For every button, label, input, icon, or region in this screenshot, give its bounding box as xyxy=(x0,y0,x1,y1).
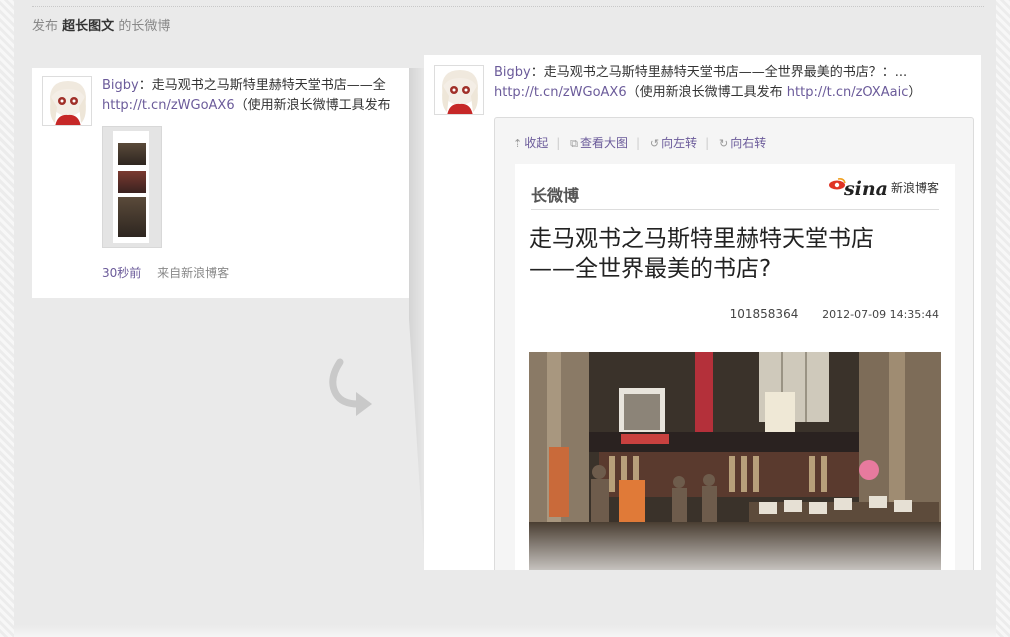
short-link[interactable]: http://t.cn/zWGoAX6 xyxy=(102,98,235,113)
thumbnail-photo xyxy=(118,143,146,165)
post-text: Bigby：走马观书之马斯特里赫特天堂书店——全 http://t.cn/zWG… xyxy=(102,76,400,116)
background-pattern-left xyxy=(0,0,14,637)
background-pattern-right xyxy=(996,0,1010,637)
post-source[interactable]: 来自新浪博客 xyxy=(157,266,229,280)
collapse-label: 收起 xyxy=(524,136,549,150)
collapsed-post-card: Bigby：走马观书之马斯特里赫特天堂书店——全 http://t.cn/zWG… xyxy=(32,68,409,298)
header-prefix: 发布 xyxy=(32,19,59,34)
post-time[interactable]: 30秒前 xyxy=(102,266,141,280)
short-link[interactable]: http://t.cn/zWGoAX6 xyxy=(494,85,627,100)
sina-logo-text: sina xyxy=(843,178,888,200)
rotate-right-button[interactable]: ↻ 向右转 xyxy=(719,134,766,151)
page-header: 发布 超长图文 的长微博 xyxy=(32,15,170,34)
view-large-label: 查看大图 xyxy=(579,136,628,150)
sina-blog-logo: sina 新浪博客 xyxy=(828,178,939,200)
avatar[interactable] xyxy=(42,76,92,126)
article-title: 走马观书之马斯特里赫特天堂书店 ——全世界最美的书店? xyxy=(529,224,949,284)
rotate-left-icon: ↺ xyxy=(649,137,660,150)
header-highlight: 超长图文 xyxy=(62,19,115,34)
short-link-2[interactable]: http://t.cn/zOXAaic xyxy=(787,85,909,100)
avatar-icon xyxy=(43,77,91,125)
article-title-line-1: 走马观书之马斯特里赫特天堂书店 xyxy=(529,226,874,252)
view-large-button[interactable]: ⧉ 查看大图 xyxy=(570,134,628,151)
media-toolbar: ⇡ 收起 | ⧉ 查看大图 | ↺ 向左转 | ↻ 向右转 xyxy=(513,134,772,151)
rotate-right-label: 向右转 xyxy=(730,136,767,150)
panel-bottom-edge xyxy=(14,625,996,637)
media-expand-box: ⇡ 收起 | ⧉ 查看大图 | ↺ 向左转 | ↻ 向右转 长微博 sina 新浪博客 走马观书… xyxy=(494,117,974,570)
thumbnail-photo xyxy=(118,197,146,237)
top-divider xyxy=(32,6,984,7)
post-mid-text: （使用新浪长微博工具发布 xyxy=(626,85,783,100)
avatar[interactable] xyxy=(434,65,484,115)
toolbar-separator: | xyxy=(705,136,710,150)
collapse-button[interactable]: ⇡ 收起 xyxy=(513,134,548,151)
arrow-up-icon: ⇡ xyxy=(513,137,523,150)
post-body: ：走马观书之马斯特里赫特天堂书店——全世界最美的书店？：... xyxy=(530,65,908,80)
post-body: ：走马观书之马斯特里赫特天堂书店——全 xyxy=(138,78,386,93)
long-weibo-label: 长微博 xyxy=(531,186,580,205)
author-link[interactable]: Bigby xyxy=(102,78,139,93)
thumbnail-page xyxy=(113,131,149,243)
article-datetime: 2012-07-09 14:35:44 xyxy=(822,308,939,321)
article-title-line-2: ——全世界最美的书店? xyxy=(529,256,772,282)
toolbar-separator: | xyxy=(635,136,641,150)
header-suffix: 的长微博 xyxy=(118,19,171,34)
article-meta: 101858364 2012-07-09 14:35:44 xyxy=(730,307,939,321)
post-link-suffix: （使用新浪长微博工具发布 xyxy=(234,98,391,113)
long-image[interactable]: 长微博 sina 新浪博客 走马观书之马斯特里赫特天堂书店 ——全世界最美的书店?… xyxy=(515,164,955,570)
rotate-right-icon: ↻ xyxy=(718,137,729,150)
curved-arrow-icon xyxy=(329,358,372,416)
rotate-left-label: 向左转 xyxy=(661,136,698,150)
post-end-text: ） xyxy=(908,85,922,100)
rotate-left-button[interactable]: ↺ 向左转 xyxy=(650,134,697,151)
long-image-header: 长微博 sina 新浪博客 xyxy=(531,178,939,210)
avatar-icon xyxy=(435,66,483,114)
bookstore-photo xyxy=(529,352,941,570)
external-link-icon: ⧉ xyxy=(570,137,578,150)
thumbnail-photo xyxy=(118,171,146,193)
post-text: Bigby：走马观书之马斯特里赫特天堂书店——全世界最美的书店？：... htt… xyxy=(494,63,974,103)
author-link[interactable]: Bigby xyxy=(494,65,531,80)
photo-fade-overlay xyxy=(529,522,941,570)
long-image-thumbnail[interactable] xyxy=(102,126,162,248)
toolbar-separator: | xyxy=(556,136,561,150)
post-meta: 30秒前 来自新浪博客 xyxy=(102,264,229,281)
expanded-post-card: Bigby：走马观书之马斯特里赫特天堂书店——全世界最美的书店？：... htt… xyxy=(424,55,981,570)
article-id: 101858364 xyxy=(729,307,799,321)
sina-blog-label: 新浪博客 xyxy=(890,181,939,195)
